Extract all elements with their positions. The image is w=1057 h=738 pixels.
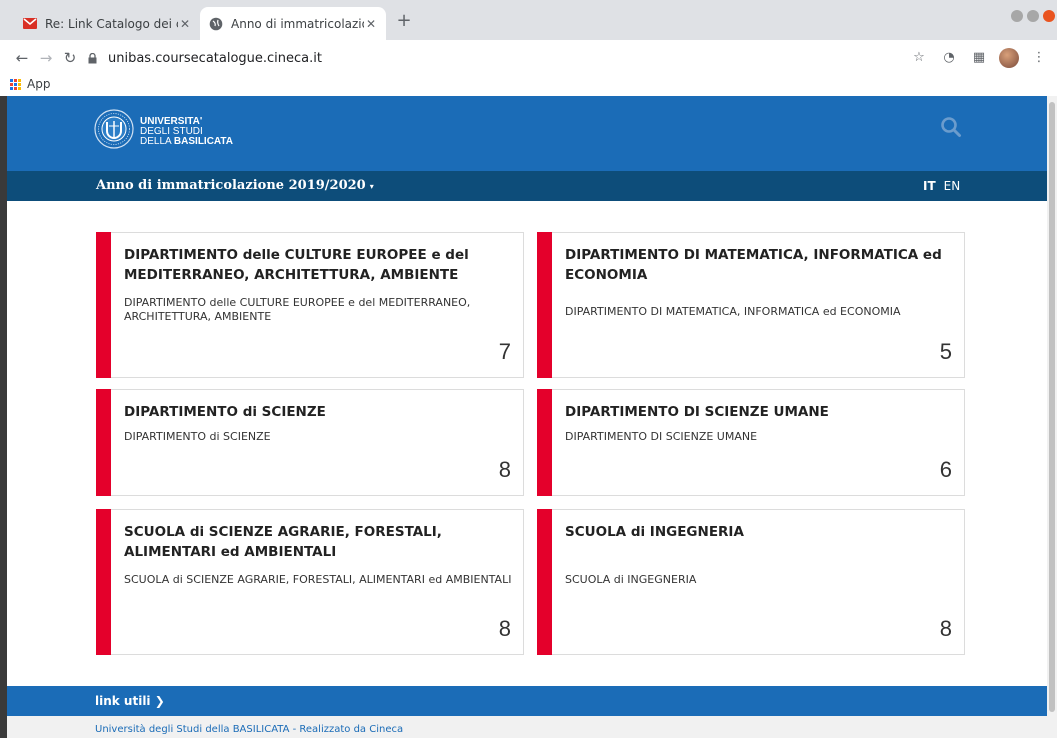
- reload-icon[interactable]: ↻: [60, 48, 80, 68]
- maximize-icon[interactable]: [1027, 10, 1039, 22]
- globe-icon: [208, 16, 224, 32]
- minimize-icon[interactable]: [1011, 10, 1023, 22]
- menu-icon[interactable]: ⋮: [1029, 48, 1049, 68]
- browser-tab-strip: Re: Link Catalogo dei cors ✕ Anno di imm…: [0, 0, 1057, 40]
- apps-grid-icon: [10, 78, 21, 90]
- toolbar-icons: ☆ ◔ ▦ ⋮: [909, 48, 1049, 68]
- url-text: unibas.coursecatalogue.cineca.it: [108, 50, 322, 66]
- card-description: SCUOLA di SCIENZE AGRARIE, FORESTALI, AL…: [124, 573, 512, 586]
- star-icon[interactable]: ☆: [909, 48, 929, 68]
- card-count: 5: [939, 339, 952, 364]
- new-tab-button[interactable]: +: [392, 9, 416, 33]
- window-controls: [1011, 10, 1055, 22]
- language-switcher: IT EN: [923, 179, 960, 193]
- card-count: 7: [498, 339, 511, 364]
- university-seal-icon[interactable]: [94, 109, 134, 149]
- caret-down-icon: ▾: [369, 181, 374, 191]
- page-viewport: UNIVERSITA' DEGLI STUDI DELLA BASILICATA…: [7, 96, 1047, 738]
- tab-course-catalogue[interactable]: Anno di immatricolazione ✕: [200, 7, 386, 40]
- department-card[interactable]: DIPARTIMENTO DI SCIENZE UMANE DIPARTIMEN…: [537, 389, 965, 496]
- card-title[interactable]: DIPARTIMENTO di SCIENZE: [124, 402, 504, 422]
- apps-label: App: [27, 77, 51, 91]
- close-window-icon[interactable]: [1043, 10, 1055, 22]
- card-count: 6: [939, 457, 952, 482]
- card-title[interactable]: DIPARTIMENTO DI SCIENZE UMANE: [565, 402, 945, 422]
- department-card[interactable]: DIPARTIMENTO delle CULTURE EUROPEE e del…: [96, 232, 524, 378]
- chevron-right-icon: ❯: [154, 694, 165, 708]
- card-accent: [537, 389, 552, 496]
- card-count: 8: [498, 616, 511, 641]
- apps-bookmark[interactable]: App: [10, 77, 50, 91]
- year-selector[interactable]: Anno di immatricolazione 2019/2020 ▾: [96, 178, 374, 193]
- year-selector-value: 2019/2020: [288, 178, 366, 193]
- card-accent: [96, 389, 111, 496]
- footer-credits-link[interactable]: Università degli Studi della BASILICATA …: [95, 724, 403, 735]
- tab-close-icon[interactable]: ✕: [178, 17, 192, 31]
- department-card[interactable]: DIPARTIMENTO DI MATEMATICA, INFORMATICA …: [537, 232, 965, 378]
- card-title[interactable]: DIPARTIMENTO delle CULTURE EUROPEE e del…: [124, 245, 504, 285]
- department-card[interactable]: SCUOLA di INGEGNERIA SCUOLA di INGEGNERI…: [537, 509, 965, 655]
- card-description: SCUOLA di INGEGNERIA: [565, 573, 697, 586]
- tab-title: Anno di immatricolazione: [231, 16, 364, 31]
- scrollbar-thumb[interactable]: [1049, 102, 1055, 712]
- useful-links-label: link utili: [95, 694, 151, 708]
- card-description: DIPARTIMENTO delle CULTURE EUROPEE e del…: [124, 296, 471, 323]
- browser-toolbar: ← → ↻ unibas.coursecatalogue.cineca.it ☆…: [0, 40, 1057, 76]
- card-accent: [96, 509, 111, 655]
- gmail-icon: [22, 16, 38, 32]
- back-icon[interactable]: ←: [12, 48, 32, 68]
- lock-icon: [88, 52, 102, 64]
- year-selector-label: Anno di immatricolazione: [96, 178, 285, 193]
- window-edge: [0, 96, 7, 738]
- card-count: 8: [498, 457, 511, 482]
- address-bar[interactable]: unibas.coursecatalogue.cineca.it: [88, 45, 948, 71]
- year-selector-bar: Anno di immatricolazione 2019/2020 ▾ IT E…: [7, 171, 1047, 201]
- useful-links-toggle[interactable]: link utili ❯: [95, 694, 165, 708]
- department-card[interactable]: DIPARTIMENTO di SCIENZE DIPARTIMENTO di …: [96, 389, 524, 496]
- card-accent: [96, 232, 111, 378]
- card-description: DIPARTIMENTO DI SCIENZE UMANE: [565, 430, 758, 443]
- tab-title: Re: Link Catalogo dei cors: [45, 16, 178, 31]
- card-title[interactable]: SCUOLA di SCIENZE AGRARIE, FORESTALI, AL…: [124, 522, 504, 562]
- card-accent: [537, 509, 552, 655]
- tab-gmail[interactable]: Re: Link Catalogo dei cors ✕: [14, 7, 200, 40]
- extension-icon[interactable]: ◔: [939, 48, 959, 68]
- lang-it[interactable]: IT: [923, 179, 936, 193]
- card-accent: [537, 232, 552, 378]
- useful-links-bar: link utili ❯: [7, 686, 1047, 716]
- department-card[interactable]: SCUOLA di SCIENZE AGRARIE, FORESTALI, AL…: [96, 509, 524, 655]
- site-footer: Università degli Studi della BASILICATA …: [7, 716, 1047, 738]
- lang-en[interactable]: EN: [944, 179, 961, 193]
- forward-icon[interactable]: →: [36, 48, 56, 68]
- search-icon[interactable]: [940, 116, 962, 138]
- grid-icon[interactable]: ▦: [969, 48, 989, 68]
- logo-line-3: DELLA BASILICATA: [140, 136, 233, 147]
- tab-close-icon[interactable]: ✕: [364, 17, 378, 31]
- avatar[interactable]: [999, 48, 1019, 68]
- card-title[interactable]: SCUOLA di INGEGNERIA: [565, 522, 945, 542]
- university-logo-text[interactable]: UNIVERSITA' DEGLI STUDI DELLA BASILICATA: [140, 117, 233, 147]
- page-scrollbar[interactable]: [1047, 96, 1057, 738]
- card-description: DIPARTIMENTO DI MATEMATICA, INFORMATICA …: [565, 305, 901, 318]
- site-header: UNIVERSITA' DEGLI STUDI DELLA BASILICATA: [7, 96, 1047, 171]
- bookmarks-bar: App: [0, 76, 1057, 96]
- card-description: DIPARTIMENTO di SCIENZE: [124, 430, 271, 443]
- card-count: 8: [939, 616, 952, 641]
- card-title[interactable]: DIPARTIMENTO DI MATEMATICA, INFORMATICA …: [565, 245, 945, 285]
